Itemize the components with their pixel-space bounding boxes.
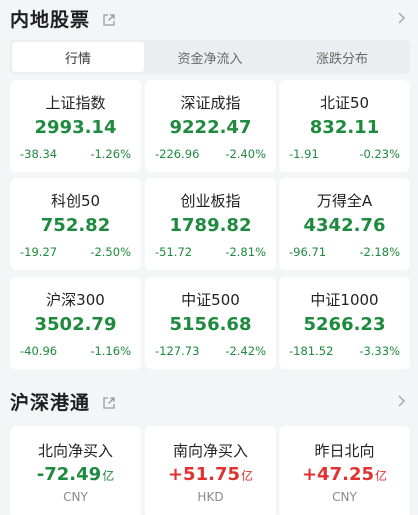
index-change: -181.52 — [289, 344, 334, 358]
share-icon[interactable] — [102, 396, 116, 410]
index-change-pct: -2.40% — [225, 147, 266, 161]
index-price: 4342.76 — [303, 215, 386, 236]
index-change-pct: -2.50% — [90, 245, 131, 259]
domestic-tabs: 行情 资金净流入 涨跌分布 — [10, 40, 410, 74]
flow-amount: +47.25 — [301, 464, 374, 485]
index-price: 3502.79 — [34, 314, 117, 335]
index-change: -1.91 — [289, 147, 319, 161]
index-change: -127.73 — [155, 344, 200, 358]
domestic-section-title: 内地股票 — [10, 8, 91, 31]
index-change-pct: -2.81% — [225, 245, 266, 259]
index-change: -51.72 — [155, 245, 193, 259]
index-price: 1789.82 — [169, 215, 252, 236]
flow-card-southbound[interactable]: 南向净买入 +51.75亿 HKD — [145, 426, 276, 515]
index-name: 中证1000 — [310, 291, 379, 309]
index-change-pct: -2.42% — [225, 344, 266, 358]
flow-unit: 亿 — [375, 469, 388, 483]
flow-amount: +51.75 — [167, 464, 240, 485]
index-change: -38.34 — [20, 147, 58, 161]
index-card[interactable]: 北证50 832.11 -1.91 -0.23% — [279, 80, 410, 172]
index-change: -40.96 — [20, 344, 58, 358]
index-name: 创业板指 — [180, 192, 241, 210]
flow-currency: CNY — [63, 490, 88, 504]
index-change-pct: -1.26% — [90, 147, 131, 161]
flow-amount: -72.49 — [36, 464, 102, 485]
flow-value: +47.25亿 — [279, 464, 410, 485]
share-icon[interactable] — [102, 13, 116, 27]
index-name: 上证指数 — [45, 94, 106, 112]
chevron-right-icon[interactable] — [397, 11, 406, 25]
index-card[interactable]: 中证500 5156.68 -127.73 -2.42% — [145, 277, 276, 369]
index-name: 沪深300 — [46, 291, 105, 309]
tab-distribution[interactable]: 涨跌分布 — [276, 42, 408, 72]
flow-name: 北向净买入 — [37, 442, 113, 460]
flow-card-yesterday-northbound[interactable]: 昨日北向 +47.25亿 CNY — [279, 426, 410, 515]
connect-section-title: 沪深港通 — [10, 391, 91, 414]
index-card[interactable]: 沪深300 3502.79 -40.96 -1.16% — [10, 277, 141, 369]
flow-card-northbound[interactable]: 北向净买入 -72.49亿 CNY — [10, 426, 141, 515]
index-card[interactable]: 万得全A 4342.76 -96.71 -2.18% — [279, 178, 410, 270]
index-price: 2993.14 — [34, 117, 117, 138]
index-name: 科创50 — [50, 192, 101, 210]
connect-section-header[interactable]: 沪深港通 — [0, 384, 418, 418]
chevron-right-icon[interactable] — [397, 394, 406, 408]
index-price: 832.11 — [309, 117, 380, 138]
flow-name: 南向净买入 — [172, 442, 248, 460]
index-name: 北证50 — [319, 94, 370, 112]
index-price: 5266.23 — [303, 314, 386, 335]
index-price: 9222.47 — [169, 117, 252, 138]
flow-currency: HKD — [197, 490, 224, 504]
flow-name: 昨日北向 — [314, 442, 375, 460]
index-name: 深证成指 — [180, 94, 241, 112]
tab-quotes[interactable]: 行情 — [12, 42, 144, 72]
index-card[interactable]: 上证指数 2993.14 -38.34 -1.26% — [10, 80, 141, 172]
index-price: 752.82 — [40, 215, 111, 236]
domestic-section-header[interactable]: 内地股票 — [0, 1, 418, 35]
index-name: 中证500 — [181, 291, 240, 309]
index-card[interactable]: 深证成指 9222.47 -226.96 -2.40% — [145, 80, 276, 172]
index-card[interactable]: 创业板指 1789.82 -51.72 -2.81% — [145, 178, 276, 270]
tab-net-inflow[interactable]: 资金净流入 — [144, 42, 276, 72]
flow-value: -72.49亿 — [10, 464, 141, 485]
index-name: 万得全A — [316, 192, 373, 210]
index-change-pct: -3.33% — [359, 344, 400, 358]
index-card[interactable]: 中证1000 5266.23 -181.52 -3.33% — [279, 277, 410, 369]
index-change-pct: -0.23% — [359, 147, 400, 161]
index-change: -96.71 — [289, 245, 327, 259]
index-price: 5156.68 — [169, 314, 252, 335]
index-change-pct: -2.18% — [359, 245, 400, 259]
flow-unit: 亿 — [241, 469, 254, 483]
flow-unit: 亿 — [102, 469, 115, 483]
market-page: 内地股票 行情 资金净流入 涨跌分布 上证指数 2993.14 -38.34 -… — [0, 0, 418, 515]
index-card[interactable]: 科创50 752.82 -19.27 -2.50% — [10, 178, 141, 270]
index-change: -19.27 — [20, 245, 58, 259]
flow-value: +51.75亿 — [145, 464, 276, 485]
index-change: -226.96 — [155, 147, 200, 161]
flow-currency: CNY — [332, 490, 357, 504]
index-change-pct: -1.16% — [90, 344, 131, 358]
